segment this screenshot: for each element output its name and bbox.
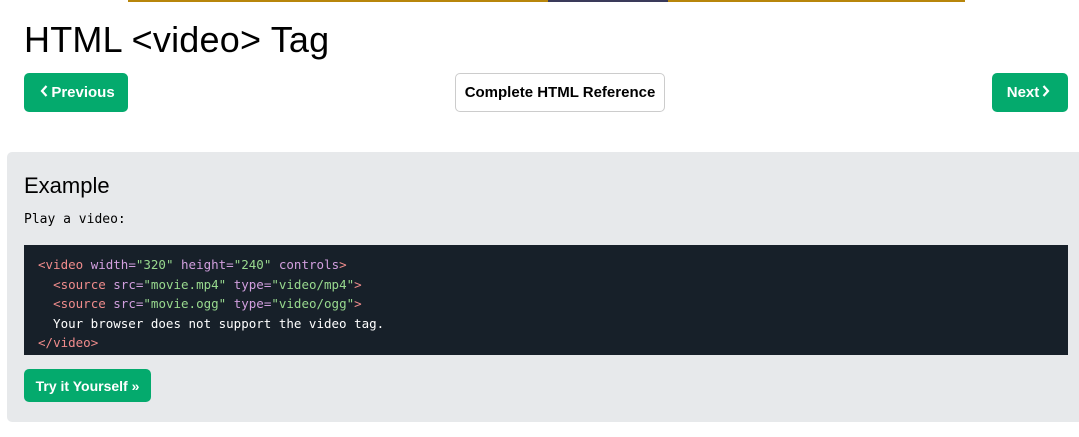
code-block: <video width="320" height="240" controls…	[24, 245, 1068, 355]
next-button-label: Next	[1006, 84, 1040, 101]
try-it-yourself-button[interactable]: Try it Yourself »	[24, 369, 151, 402]
next-button[interactable]: Next	[992, 73, 1068, 112]
code-line: </video>	[38, 335, 99, 350]
example-heading: Example	[24, 173, 110, 198]
previous-button-label: Previous	[51, 84, 115, 101]
complete-html-reference-button[interactable]: Complete HTML Reference	[455, 73, 665, 112]
top-banner-strip	[128, 0, 965, 2]
example-description: Play a video:	[24, 212, 126, 227]
reference-button-label: Complete HTML Reference	[464, 84, 656, 101]
page-title: HTML <video> Tag	[24, 19, 330, 60]
chevron-right-icon	[1042, 84, 1050, 101]
chevron-left-icon	[40, 84, 48, 101]
code-line: <source src="movie.mp4" type="video/mp4"…	[53, 276, 362, 292]
code-line: <source src="movie.ogg" type="video/ogg"…	[53, 296, 362, 311]
code-line: Your browser does not support the video …	[38, 315, 385, 331]
try-it-yourself-label: Try it Yourself »	[35, 377, 140, 394]
code-line: <video width="320" height="240" controls…	[38, 257, 347, 272]
banner-image-edge	[548, 0, 668, 2]
previous-button[interactable]: Previous	[24, 73, 128, 112]
